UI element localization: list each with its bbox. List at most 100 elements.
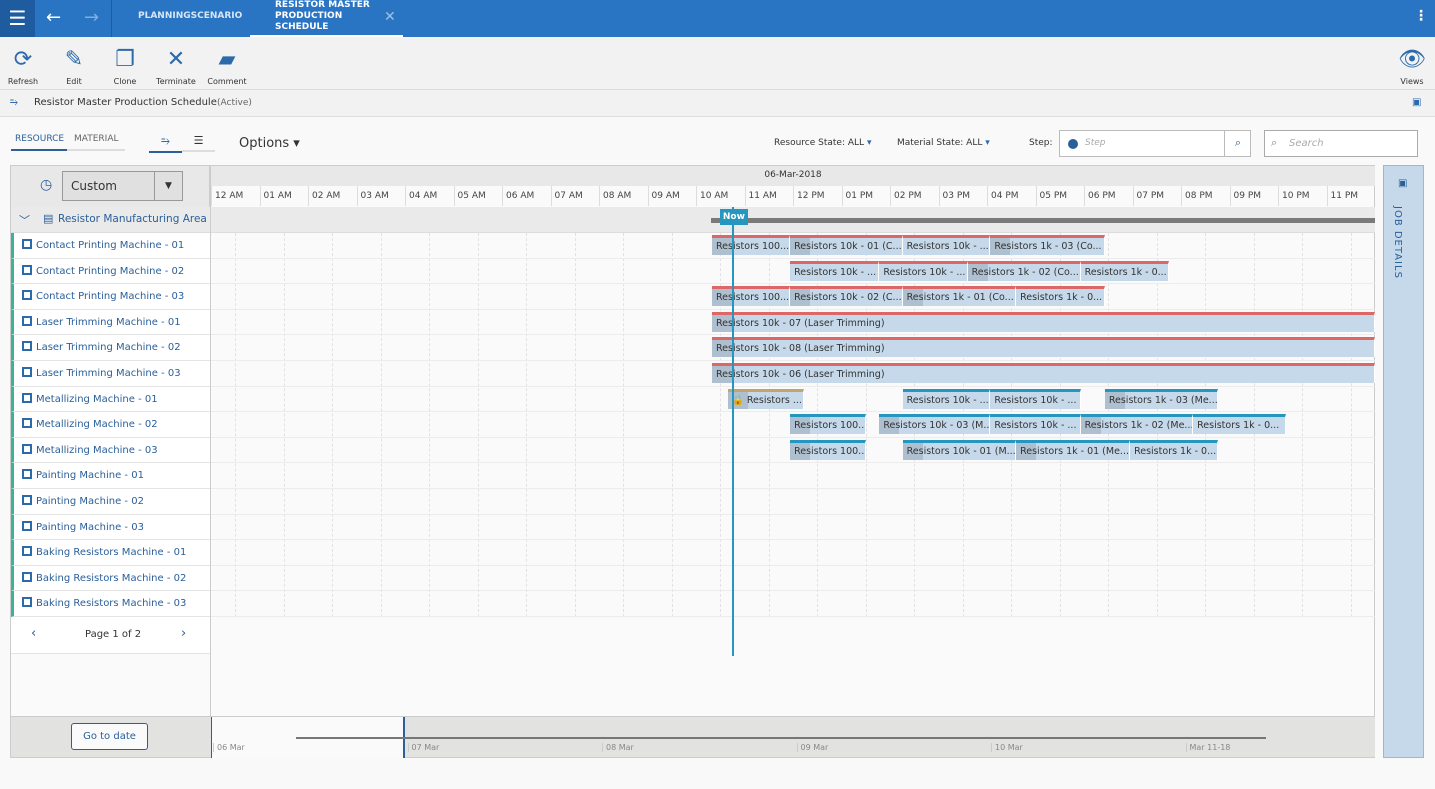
- area-row: ﹀ ▤ Resistor Manufacturing Area: [11, 207, 1375, 233]
- overview-date-label: 08 Mar: [602, 743, 634, 752]
- close-tab-icon[interactable]: ✕: [384, 9, 396, 25]
- expand-panel-icon[interactable]: ▣: [1398, 178, 1407, 189]
- area-name[interactable]: Resistor Manufacturing Area: [58, 213, 207, 225]
- job-bar[interactable]: Resistors 10k - 01 (C...: [790, 235, 903, 255]
- job-details-panel[interactable]: ▣ JOB DETAILS: [1383, 165, 1424, 758]
- tab-resource[interactable]: RESOURCE: [11, 134, 67, 151]
- resource-row[interactable]: Contact Printing Machine - 01: [11, 233, 210, 259]
- resource-row[interactable]: Laser Trimming Machine - 02: [11, 335, 210, 361]
- job-bar[interactable]: Resistors 100...: [790, 414, 867, 435]
- value: ALL: [966, 138, 983, 148]
- list-view-icon[interactable]: ☰: [182, 134, 215, 152]
- resource-row[interactable]: Painting Machine - 03: [11, 514, 210, 541]
- job-bar[interactable]: Resistors 1k - 03 (Co...: [990, 235, 1105, 255]
- tab-material[interactable]: MATERIAL: [67, 134, 125, 151]
- machine-icon: [22, 546, 32, 557]
- panel-icon[interactable]: ▣: [1412, 90, 1421, 116]
- job-bar[interactable]: Resistors 1k - 01 (Co...: [902, 286, 1017, 307]
- go-to-date-button[interactable]: Go to date: [71, 723, 148, 750]
- refresh-button[interactable]: ⟳ Refresh: [0, 47, 48, 86]
- search-input[interactable]: ⌕ Search: [1264, 130, 1418, 157]
- label: Clone: [113, 77, 137, 86]
- job-bar[interactable]: Resistors 10k - ...: [902, 235, 991, 255]
- job-bar[interactable]: Resistors 1k - 01 (Me...: [1016, 439, 1131, 460]
- views-button[interactable]: 👁 Views: [1392, 47, 1432, 86]
- job-bar[interactable]: 🔒 Resistors ...: [728, 388, 805, 409]
- now-line: Now: [719, 207, 748, 656]
- job-bar[interactable]: Resistors 10k - 07 (Laser Trimming): [712, 311, 1375, 332]
- machine-icon: [22, 264, 32, 275]
- job-bar[interactable]: Resistors 10k - 02 (C...: [790, 286, 903, 307]
- resource-name: Metallizing Machine - 02: [36, 419, 158, 431]
- job-bar[interactable]: Resistors 10k - ...: [790, 260, 880, 281]
- resource-row[interactable]: Laser Trimming Machine - 03: [11, 361, 210, 387]
- job-bar[interactable]: Resistors 1k - 03 (Me...: [1104, 388, 1218, 409]
- resource-row[interactable]: Baking Resistors Machine - 03: [11, 591, 210, 617]
- job-bar[interactable]: Resistors 100...: [712, 235, 791, 255]
- resource-state-filter[interactable]: Resource State: ALL ▾: [774, 138, 871, 148]
- job-bar[interactable]: Resistors 1k - 0...: [1130, 439, 1218, 460]
- job-label: Resistors 100...: [716, 241, 790, 252]
- resource-row[interactable]: Metallizing Machine - 01: [11, 386, 210, 413]
- back-arrow-icon[interactable]: ←: [46, 0, 61, 37]
- hour-label: 07 PM: [1132, 186, 1181, 206]
- job-bar[interactable]: Resistors 10k - ...: [990, 388, 1081, 409]
- resource-row[interactable]: Laser Trimming Machine - 01: [11, 309, 210, 336]
- step-input[interactable]: Step ⌕: [1059, 130, 1251, 157]
- job-bar[interactable]: Resistors 1k - 0...: [1016, 286, 1105, 307]
- resource-row[interactable]: Baking Resistors Machine - 02: [11, 565, 210, 592]
- options-dropdown[interactable]: Options ▾: [239, 136, 300, 151]
- gantt-view-icon[interactable]: ⥱: [149, 134, 182, 153]
- terminate-button[interactable]: ✕ Terminate: [151, 47, 201, 86]
- job-bar[interactable]: Resistors 10k - 08 (Laser Trimming): [712, 337, 1375, 358]
- job-bar[interactable]: Resistors 10k - ...: [990, 414, 1081, 435]
- search-icon: ⌕: [1271, 136, 1278, 149]
- resource-row[interactable]: Painting Machine - 01: [11, 463, 210, 489]
- job-label: Resistors 10k - 03 (M...: [883, 420, 991, 432]
- resource-row[interactable]: Contact Printing Machine - 03: [11, 284, 210, 310]
- job-bar[interactable]: Resistors 10k - 01 (M...: [902, 439, 1017, 460]
- resource-row[interactable]: Contact Printing Machine - 02: [11, 258, 210, 285]
- resource-row[interactable]: Metallizing Machine - 03: [11, 437, 210, 464]
- comment-icon: ▰: [218, 47, 236, 72]
- resource-row[interactable]: Metallizing Machine - 02: [11, 412, 210, 438]
- job-bar[interactable]: Resistors 1k - 0...: [1193, 414, 1286, 435]
- job-bar[interactable]: Resistors 1k - 02 (Co...: [967, 260, 1081, 281]
- edit-button[interactable]: ✎ Edit: [49, 47, 99, 86]
- resource-row[interactable]: Baking Resistors Machine - 01: [11, 540, 210, 566]
- job-bar[interactable]: Resistors 10k - 06 (Laser Trimming): [712, 363, 1375, 383]
- next-page-icon[interactable]: ›: [181, 626, 186, 641]
- view-dropdown[interactable]: Custom ▼: [62, 171, 183, 201]
- tab-resistor-schedule[interactable]: RESISTOR MASTER PRODUCTION SCHEDULE: [250, 0, 403, 37]
- job-bar[interactable]: Resistors 10k - ...: [902, 388, 991, 409]
- hour-label: 11 PM: [1326, 186, 1375, 206]
- job-bar[interactable]: Resistors 100...: [712, 286, 791, 307]
- resource-name: Contact Printing Machine - 01: [36, 240, 185, 251]
- job-bar[interactable]: Resistors 10k - ...: [879, 260, 968, 281]
- job-bar[interactable]: Resistors 1k - 0...: [1080, 260, 1169, 281]
- job-bar[interactable]: Resistors 10k - 03 (M...: [879, 414, 991, 435]
- job-bar[interactable]: Resistors 100...: [790, 439, 867, 460]
- machine-icon: [22, 392, 32, 403]
- clone-button[interactable]: ❐ Clone: [100, 47, 150, 86]
- hour-label: 02 AM: [308, 186, 356, 206]
- hour-label: 11 AM: [744, 186, 793, 206]
- prev-page-icon[interactable]: ‹: [31, 626, 36, 641]
- job-details-label: JOB DETAILS: [1392, 206, 1403, 279]
- machine-icon: [22, 597, 32, 608]
- job-label: Resistors 1k - 02 (Me...: [1084, 420, 1194, 432]
- job-label: Resistors 100...: [794, 445, 867, 457]
- search-icon[interactable]: ⌕: [1224, 131, 1251, 156]
- collapse-chevron-icon[interactable]: ﹀: [19, 212, 30, 228]
- search-placeholder: Search: [1289, 138, 1324, 149]
- hamburger-menu-icon[interactable]: ☰: [0, 0, 35, 37]
- overview-date-label: 09 Mar: [796, 743, 828, 752]
- material-state-filter[interactable]: Material State: ALL ▾: [897, 138, 990, 148]
- more-vertical-icon[interactable]: ⋮: [1414, 8, 1428, 24]
- forward-arrow-icon[interactable]: →: [84, 0, 99, 37]
- resource-row[interactable]: Painting Machine - 02: [11, 489, 210, 515]
- comment-button[interactable]: ▰ Comment: [202, 47, 252, 86]
- tab-planningscenario[interactable]: PLANNINGSCENARIO: [138, 0, 242, 37]
- overview-bar: Go to date 06 Mar 07 Mar 08 Mar 09 Mar 10 Ma…: [11, 716, 1375, 758]
- job-bar[interactable]: Resistors 1k - 02 (Me...: [1080, 414, 1194, 435]
